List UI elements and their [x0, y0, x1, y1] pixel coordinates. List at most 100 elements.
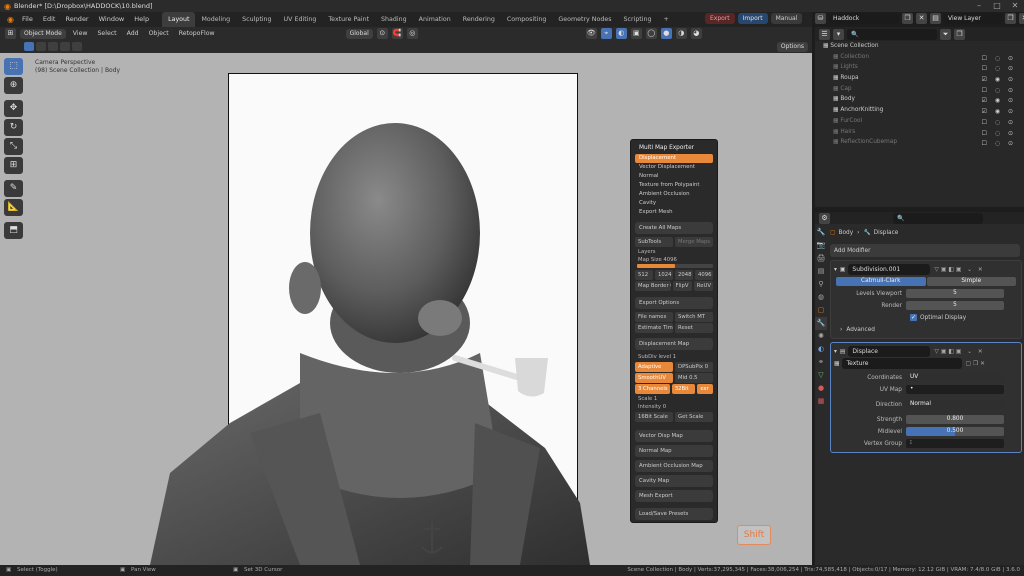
mme-3-channels-button[interactable]: 3 Channels: [635, 384, 670, 394]
mme-reuv-button[interactable]: ReUV: [693, 281, 713, 291]
gizmo-icon[interactable]: ⌖: [600, 28, 612, 39]
mme-intensity-label[interactable]: Intensity 0: [635, 403, 713, 411]
new-view-layer-icon[interactable]: ❐: [1005, 13, 1016, 24]
blender-menu-icon[interactable]: ◉: [4, 15, 17, 24]
mme-ao-map-button[interactable]: Ambient Occlusion Map: [635, 460, 713, 472]
visibility-toggles-icon[interactable]: ☑ ◉ ⊙: [982, 97, 1016, 104]
tab-uv-editing[interactable]: UV Editing: [278, 12, 323, 27]
menu-add[interactable]: Add: [124, 30, 142, 37]
mme-create-all-button[interactable]: Create All Maps: [635, 222, 713, 234]
visibility-toggles-icon[interactable]: ☐ ◌ ⊙: [982, 87, 1016, 94]
add-modifier-button[interactable]: Add Modifier: [830, 244, 1020, 257]
mme-file-names-button[interactable]: File names: [635, 312, 673, 322]
constraints-tab-icon[interactable]: ⚭: [815, 356, 827, 369]
outliner-row[interactable]: ▦ AnchorKnitting ☑ ◉ ⊙: [819, 107, 1020, 118]
scale-icon[interactable]: ⤡: [4, 138, 23, 155]
strength-field[interactable]: 0.800: [906, 415, 1004, 424]
uv-map-field[interactable]: •: [906, 385, 1004, 394]
mme-smoothuv-button[interactable]: SmoothUV: [635, 373, 673, 383]
object-tab-icon[interactable]: ▢: [815, 304, 827, 317]
properties-search-input[interactable]: 🔍: [893, 212, 983, 224]
outliner-search-input[interactable]: 🔍: [847, 28, 937, 40]
outliner-filter-funnel-icon[interactable]: ⏷: [940, 28, 951, 40]
outliner-filter-icon[interactable]: ▾: [833, 28, 844, 40]
wireframe-shading-icon[interactable]: ◯: [645, 28, 657, 39]
menu-help[interactable]: Help: [129, 12, 154, 27]
xray-icon[interactable]: ▣: [630, 28, 642, 39]
view-layer-tab-icon[interactable]: ▤: [815, 265, 827, 278]
catmull-clark-button[interactable]: Catmull-Clark: [836, 277, 926, 286]
midlevel-field[interactable]: 0.500: [906, 427, 1004, 436]
annotate-icon[interactable]: ✎: [4, 180, 23, 197]
mme-subdiv-level-label[interactable]: SubDiv level 1: [635, 353, 713, 361]
mme-map-size-slider[interactable]: [637, 264, 713, 268]
import-button[interactable]: Import: [737, 13, 768, 24]
mme-get-scale-button[interactable]: Get Scale: [675, 412, 713, 422]
mme-size-2048[interactable]: 2048: [675, 270, 693, 280]
mme-32bit-button[interactable]: 32Bit: [671, 384, 696, 394]
texture-actions-icon[interactable]: ▢❐✕: [965, 361, 987, 367]
mme-adaptive-button[interactable]: Adaptive: [635, 362, 673, 372]
3d-viewport[interactable]: Camera Perspective (98) Scene Collection…: [0, 53, 812, 565]
material-shading-icon[interactable]: ◑: [675, 28, 687, 39]
subsurf-name-field[interactable]: Subdivision.001: [848, 264, 931, 275]
menu-render[interactable]: Render: [60, 12, 93, 27]
visibility-toggles-icon[interactable]: ☐ ◌ ⊙: [982, 55, 1016, 62]
mme-displacement-button[interactable]: Displacement: [635, 154, 713, 163]
overlay-icon[interactable]: ◐: [615, 28, 627, 39]
levels-viewport-field[interactable]: 5: [906, 289, 1004, 298]
mme-dpsubpix-slider[interactable]: DPSubPix 0: [675, 362, 713, 372]
add-cube-icon[interactable]: ⬒: [4, 222, 23, 239]
mme-texture-polypaint-button[interactable]: Texture from Polypaint: [635, 181, 713, 190]
tab-shading[interactable]: Shading: [375, 12, 413, 27]
move-icon[interactable]: ✥: [4, 100, 23, 117]
outliner-row[interactable]: ▦ Hairs ☐ ◌ ⊙: [819, 129, 1020, 140]
orientation-dropdown[interactable]: Global: [345, 28, 373, 39]
mme-mesh-export-button[interactable]: Mesh Export: [635, 490, 713, 502]
menu-retopoflow[interactable]: RetopoFlow: [176, 30, 218, 37]
advanced-label[interactable]: Advanced: [846, 327, 875, 333]
outliner-row-scene-collection[interactable]: ▦ Scene Collection: [819, 43, 1020, 54]
editor-type-icon[interactable]: ⊞: [5, 28, 16, 39]
menu-select[interactable]: Select: [94, 30, 119, 37]
snap-icon[interactable]: 🧲: [391, 28, 403, 39]
minimize-icon[interactable]: –: [970, 0, 988, 12]
view-layer-icon[interactable]: ▤: [930, 13, 941, 24]
delete-view-layer-icon[interactable]: ✕: [1019, 13, 1024, 24]
world-tab-icon[interactable]: ◍: [815, 291, 827, 304]
select-box-icon[interactable]: ⬚: [4, 58, 23, 75]
tab-animation[interactable]: Animation: [413, 12, 457, 27]
tab-compositing[interactable]: Compositing: [501, 12, 552, 27]
new-scene-icon[interactable]: ❐: [902, 13, 913, 24]
select-mode-intersect-icon[interactable]: [72, 42, 82, 51]
measure-icon[interactable]: 📐: [4, 199, 23, 216]
transform-icon[interactable]: ⊞: [4, 157, 23, 174]
mode-dropdown[interactable]: Object Mode: [20, 28, 66, 39]
tab-sculpting[interactable]: Sculpting: [236, 12, 277, 27]
mme-vector-disp-map-button[interactable]: Vector Disp Map: [635, 430, 713, 442]
displace-name-field[interactable]: Displace: [848, 346, 931, 357]
physics-tab-icon[interactable]: ◐: [815, 343, 827, 356]
mme-flipv-button[interactable]: FlipV: [672, 281, 692, 291]
mme-subtools-button[interactable]: SubTools: [635, 237, 673, 247]
solid-shading-icon[interactable]: ●: [660, 28, 672, 39]
outliner-row[interactable]: ▦ Lights ☐ ◌ ⊙: [819, 64, 1020, 75]
menu-window[interactable]: Window: [94, 12, 130, 27]
menu-edit[interactable]: Edit: [38, 12, 61, 27]
visibility-toggles-icon[interactable]: ☑ ◉ ⊙: [982, 108, 1016, 115]
tab-layout[interactable]: Layout: [162, 12, 196, 27]
outliner-editor-icon[interactable]: ☰: [819, 28, 830, 40]
menu-view[interactable]: View: [70, 30, 91, 37]
select-mode-subtract-icon[interactable]: [48, 42, 58, 51]
outliner-row[interactable]: ▦ Roupa ☑ ◉ ⊙: [819, 75, 1020, 86]
properties-editor-icon[interactable]: ⚙: [819, 212, 830, 224]
close-icon[interactable]: ✕: [1006, 0, 1024, 12]
menu-file[interactable]: File: [17, 12, 38, 27]
mme-mid-slider[interactable]: Mid 0.5: [675, 373, 713, 383]
modifier-toggles-icon[interactable]: ▽▣◧▣ ⌄ ✕: [934, 349, 984, 355]
outliner-row[interactable]: ▦ ReflectionCubemap ☐ ◌ ⊙: [819, 139, 1020, 150]
direction-dropdown[interactable]: Normal: [906, 400, 1004, 409]
outliner-row[interactable]: ▦ Body ☑ ◉ ⊙: [819, 96, 1020, 107]
mme-displacement-map-button[interactable]: Displacement Map: [635, 338, 713, 350]
advanced-chevron-icon[interactable]: ›: [840, 327, 842, 333]
